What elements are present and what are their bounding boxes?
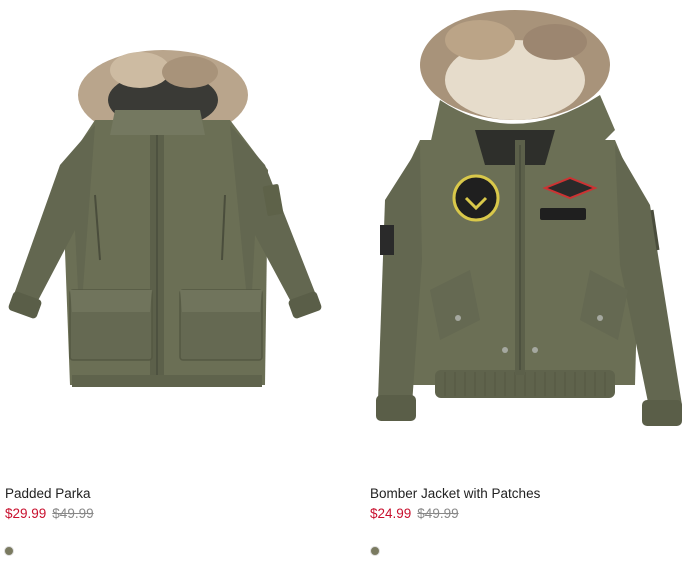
- product-price: $29.99 $49.99: [5, 506, 94, 521]
- parka-image: [8, 50, 322, 387]
- product-card[interactable]: Bomber Jacket with Patches $24.99 $49.99: [366, 0, 683, 556]
- color-swatch[interactable]: [370, 546, 380, 556]
- color-swatch[interactable]: [4, 546, 14, 556]
- original-price: $49.99: [417, 506, 459, 521]
- original-price: $49.99: [52, 506, 94, 521]
- product-title[interactable]: Bomber Jacket with Patches: [370, 486, 540, 501]
- product-card[interactable]: Padded Parka $29.99 $49.99: [0, 0, 340, 556]
- product-price: $24.99 $49.99: [370, 506, 459, 521]
- sale-price: $24.99: [370, 506, 412, 521]
- bomber-image: [376, 10, 682, 426]
- product-title[interactable]: Padded Parka: [5, 486, 91, 501]
- product-image[interactable]: [0, 0, 340, 470]
- product-image[interactable]: [366, 0, 683, 470]
- sale-price: $29.99: [5, 506, 47, 521]
